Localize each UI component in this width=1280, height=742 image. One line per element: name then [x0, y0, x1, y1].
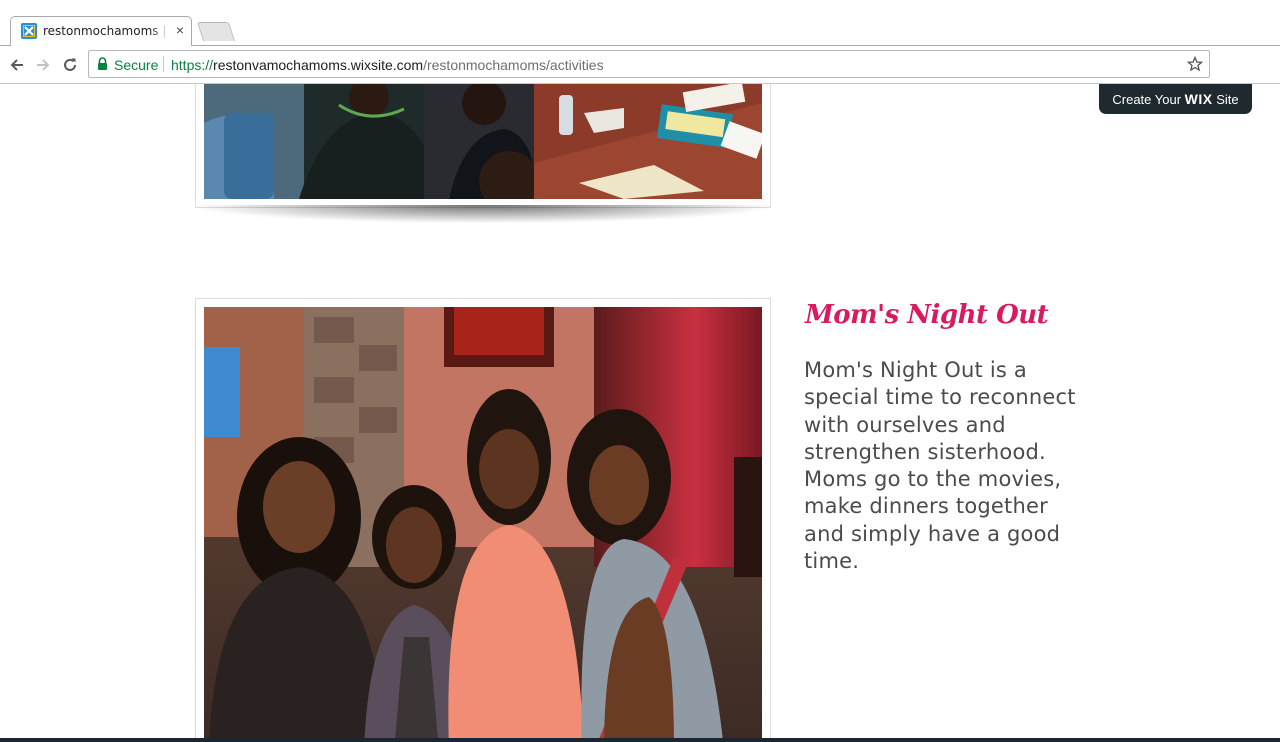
reload-button[interactable]: [60, 55, 80, 75]
back-button[interactable]: [7, 55, 27, 75]
wix-logo-text: WIX: [1184, 91, 1213, 107]
activity-description: Mom's Night Out is a special time to rec…: [804, 358, 1076, 574]
reload-icon: [64, 58, 76, 71]
secure-label: Secure: [114, 57, 159, 73]
arrow-left-icon: [10, 59, 23, 71]
kids-reading-photo[interactable]: [204, 84, 762, 199]
create-wix-site-banner[interactable]: Create Your WIX Site: [1099, 84, 1252, 114]
activity-photo-frame-top: [195, 84, 771, 208]
activity-photo-frame: [195, 298, 771, 742]
arrow-right-icon: [37, 59, 50, 71]
photo-shadow: [196, 205, 772, 223]
page-footer-bar: [0, 738, 1280, 742]
url-host: restonvamochamoms.wixsite.com: [213, 57, 424, 73]
url-path: /restonmochamoms/activities: [423, 57, 604, 73]
star-icon[interactable]: [1187, 56, 1203, 72]
lock-icon: [98, 57, 107, 70]
tab-title: restonmochamoms | Activities: [43, 24, 169, 38]
tab-strip: restonmochamoms | Activities ×: [0, 0, 1280, 46]
activity-title: Mom's Night Out: [805, 300, 1049, 330]
url-scheme: https://: [171, 57, 214, 73]
tab-close-icon[interactable]: ×: [173, 22, 187, 38]
page-content: Mom's Night Out Mom's Night Out is a spe…: [0, 84, 1280, 742]
moms-night-out-photo[interactable]: [204, 307, 762, 742]
browser-toolbar: Secure https://restonvamochamoms.wixsite…: [0, 46, 1280, 84]
url-text[interactable]: https://restonvamochamoms.wixsite.com/re…: [171, 57, 604, 73]
new-tab-button[interactable]: [196, 22, 236, 41]
browser-tab-active[interactable]: restonmochamoms | Activities ×: [10, 16, 192, 46]
wix-banner-prefix: Create Your: [1112, 92, 1185, 107]
omnibox-separator: [163, 56, 164, 72]
address-bar[interactable]: Secure https://restonvamochamoms.wixsite…: [88, 50, 1210, 78]
wix-banner-suffix: Site: [1212, 92, 1239, 107]
wix-favicon-icon: [21, 23, 37, 39]
forward-button[interactable]: [33, 55, 53, 75]
